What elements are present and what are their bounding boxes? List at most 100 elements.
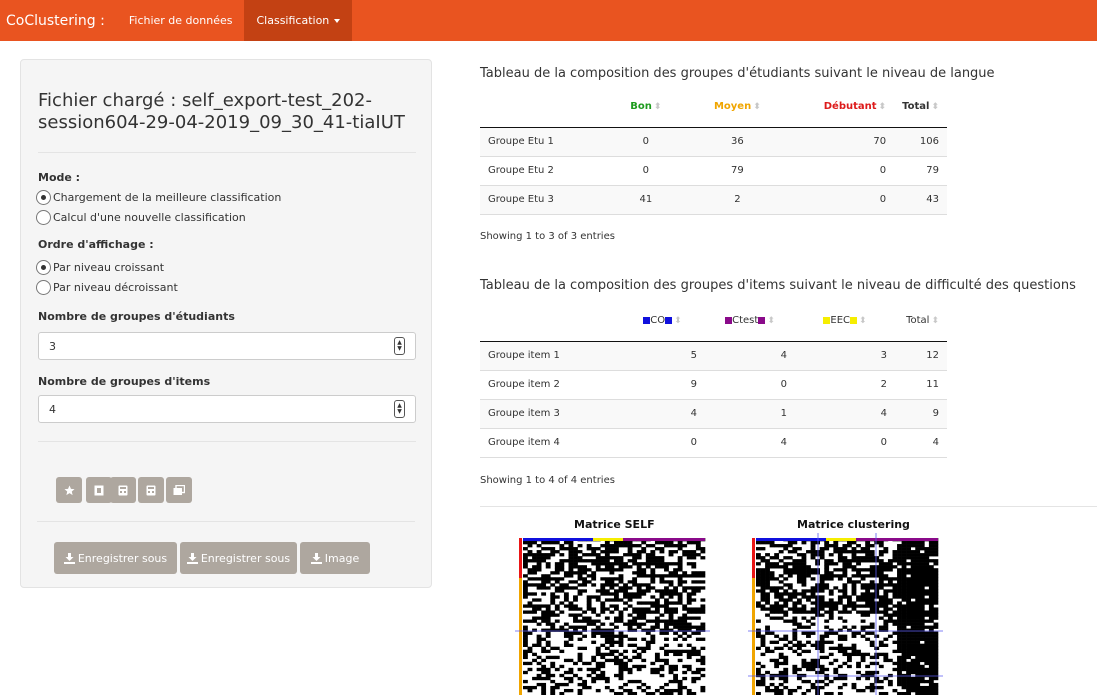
mode-option-best-label: Chargement de la meilleure classificatio… xyxy=(53,191,282,204)
column-header-eec[interactable]: EEC ⬍ xyxy=(795,301,895,342)
items-table-title: Tableau de la composition des groupes d'… xyxy=(480,278,1076,293)
save-as-button-2[interactable]: Enregistrer sous xyxy=(180,542,297,574)
order-label: Ordre d'affichage : xyxy=(38,238,154,251)
calculator-icon xyxy=(118,485,128,495)
spinner-icon[interactable]: ▲ ▼ xyxy=(394,400,405,418)
table-cell: Groupe item 1 xyxy=(480,341,620,371)
sort-icon: ⬍ xyxy=(767,316,775,327)
table-cell: 4 xyxy=(705,428,795,458)
mode-option-best[interactable]: Chargement de la meilleure classificatio… xyxy=(36,190,281,205)
radio-checked-icon[interactable] xyxy=(36,190,51,205)
table-cell: 0 xyxy=(599,156,693,186)
save-as-button-1[interactable]: Enregistrer sous xyxy=(54,542,177,574)
column-header-debutant-label: Débutant xyxy=(823,101,877,113)
table-cell: 11 xyxy=(895,370,947,400)
divider xyxy=(480,506,1097,507)
spinner-icon[interactable]: ▲ ▼ xyxy=(394,337,405,355)
app-brand[interactable]: CoClustering : xyxy=(0,13,117,29)
nav-classification-label: Classification xyxy=(256,14,330,27)
column-header-bon[interactable]: Bon ⬍ xyxy=(599,87,693,128)
column-header-ctest-label: Ctest xyxy=(732,315,759,327)
radio-unchecked-icon[interactable] xyxy=(36,280,51,295)
purple-square-icon xyxy=(758,316,766,324)
table-cell: 36 xyxy=(692,127,783,157)
table-row: Groupe Etu 2 0 79 0 79 xyxy=(480,156,947,186)
table-cell: 2 xyxy=(795,370,895,400)
table-cell: 79 xyxy=(894,156,947,186)
matrix-self-image xyxy=(515,538,710,695)
file-button[interactable] xyxy=(86,477,112,503)
sort-icon: ⬍ xyxy=(859,316,867,327)
column-header-eec-label: EEC xyxy=(830,315,851,327)
calculator-button[interactable] xyxy=(110,477,136,503)
items-groups-value: 4 xyxy=(49,402,56,416)
calculator-button-2[interactable] xyxy=(138,477,164,503)
table-cell: Groupe item 2 xyxy=(480,370,620,400)
column-header-moyen[interactable]: Moyen ⬍ xyxy=(692,87,783,128)
star-icon xyxy=(63,484,75,495)
table-cell: 5 xyxy=(620,341,705,371)
table-cell: 70 xyxy=(782,127,895,157)
radio-unchecked-icon[interactable] xyxy=(36,210,51,225)
column-header-debutant[interactable]: Débutant ⬍ xyxy=(782,87,895,128)
students-groups-input[interactable]: 3 ▲ ▼ xyxy=(38,332,416,360)
images-icon xyxy=(173,484,185,495)
table-cell: 0 xyxy=(782,185,895,215)
students-groups-value: 3 xyxy=(49,339,56,353)
save-as-label-2: Enregistrer sous xyxy=(200,551,291,565)
table-cell: 0 xyxy=(705,370,795,400)
table-row: Groupe item 1 5 4 3 12 xyxy=(480,341,947,371)
loaded-file-title: Fichier chargé : self_export-test_202-se… xyxy=(38,90,405,133)
mode-label: Mode : xyxy=(38,171,81,184)
matrix-clustering-image xyxy=(748,533,943,695)
column-header-total[interactable]: Total ⬍ xyxy=(895,301,947,342)
divider xyxy=(37,521,415,522)
radio-checked-icon[interactable] xyxy=(36,260,51,275)
table-row: Groupe item 4 0 4 0 4 xyxy=(480,428,947,458)
table-cell: Groupe item 3 xyxy=(480,399,620,429)
file-icon xyxy=(94,485,104,495)
table-cell: 0 xyxy=(782,156,895,186)
column-header-bon-label: Bon xyxy=(630,101,652,113)
image-download-button[interactable]: Image xyxy=(300,542,370,574)
students-table: Bon ⬍ Moyen ⬍ Débutant ⬍ Total ⬍ Groupe Etu … xyxy=(480,87,947,215)
items-table: CO ⬍ Ctest ⬍ EEC ⬍ Total ⬍ Groupe item 1 5 4… xyxy=(480,301,947,458)
order-option-asc[interactable]: Par niveau croissant xyxy=(36,260,164,275)
table-cell: 9 xyxy=(895,399,947,429)
images-button[interactable] xyxy=(166,477,192,503)
save-as-label-1: Enregistrer sous xyxy=(77,551,168,565)
students-groups-label: Nombre de groupes d'étudiants xyxy=(38,310,235,323)
column-header-group xyxy=(480,301,620,342)
students-table-title: Tableau de la composition des groupes d'… xyxy=(480,66,995,81)
table-cell: 4 xyxy=(705,341,795,371)
students-table-info: Showing 1 to 3 of 3 entries xyxy=(480,231,615,242)
table-cell: 0 xyxy=(620,428,705,458)
nav-classification[interactable]: Classification xyxy=(244,0,353,41)
divider xyxy=(38,441,416,442)
nav-fichier-donnees[interactable]: Fichier de données xyxy=(117,0,245,41)
table-cell: Groupe item 4 xyxy=(480,428,620,458)
items-groups-input[interactable]: 4 ▲ ▼ xyxy=(38,395,416,423)
column-header-co[interactable]: CO ⬍ xyxy=(620,301,705,342)
table-header-row: Bon ⬍ Moyen ⬍ Débutant ⬍ Total ⬍ xyxy=(480,87,947,128)
mode-option-new[interactable]: Calcul d'une nouvelle classification xyxy=(36,210,246,225)
table-row: Groupe Etu 1 0 36 70 106 xyxy=(480,127,947,157)
matrix-self-title: Matrice SELF xyxy=(574,518,655,531)
download-icon xyxy=(310,552,322,564)
mode-option-new-label: Calcul d'une nouvelle classification xyxy=(53,211,246,224)
column-header-ctest[interactable]: Ctest ⬍ xyxy=(705,301,795,342)
sort-icon: ⬍ xyxy=(653,102,662,113)
star-button[interactable] xyxy=(56,477,82,503)
image-download-label: Image xyxy=(324,551,360,565)
column-header-total[interactable]: Total ⬍ xyxy=(894,87,947,128)
download-icon xyxy=(63,552,75,564)
download-icon xyxy=(186,552,198,564)
order-option-desc[interactable]: Par niveau décroissant xyxy=(36,280,178,295)
sort-icon: ⬍ xyxy=(931,316,939,327)
items-table-info: Showing 1 to 4 of 4 entries xyxy=(480,475,615,486)
items-groups-label: Nombre de groupes d'items xyxy=(38,375,211,388)
table-cell: Groupe Etu 2 xyxy=(480,156,599,186)
table-cell: 1 xyxy=(705,399,795,429)
table-cell: Groupe Etu 1 xyxy=(480,127,599,157)
column-header-total-label: Total xyxy=(906,315,930,327)
